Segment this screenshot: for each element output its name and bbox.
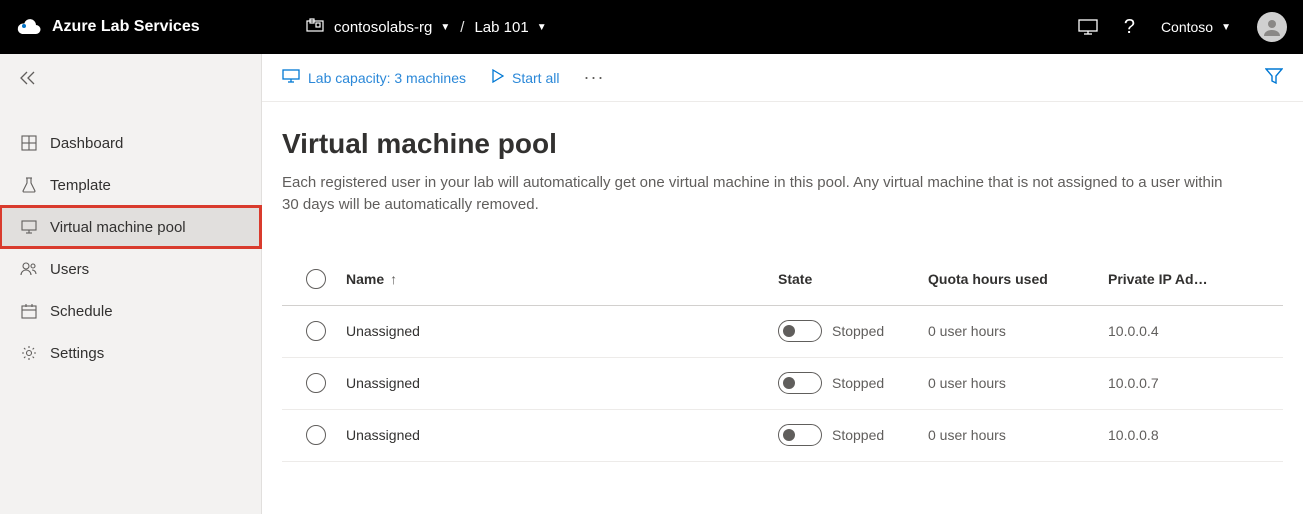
monitor-icon <box>20 220 38 234</box>
column-header-quota[interactable]: Quota hours used <box>928 271 1108 287</box>
gear-icon <box>20 345 38 361</box>
sidebar-item-schedule[interactable]: Schedule <box>0 290 261 332</box>
chevron-down-icon: ▼ <box>440 22 450 33</box>
table-row[interactable]: Unassigned Stopped 0 user hours 10.0.0.7 <box>282 358 1283 410</box>
chevron-down-icon: ▼ <box>537 22 547 33</box>
select-row-radio[interactable] <box>306 321 326 341</box>
avatar[interactable] <box>1257 12 1287 42</box>
cell-ip: 10.0.0.4 <box>1108 323 1279 339</box>
header: Azure Lab Services contosolabs-rg ▼ / La… <box>0 0 1303 54</box>
cell-name: Unassigned <box>346 427 778 443</box>
collapse-sidebar-button[interactable] <box>0 54 261 102</box>
cell-state: Stopped <box>832 323 884 339</box>
column-header-ip[interactable]: Private IP Ad… <box>1108 271 1279 287</box>
cell-quota: 0 user hours <box>928 427 1108 443</box>
cell-name: Unassigned <box>346 323 778 339</box>
sidebar-item-label: Users <box>50 261 89 278</box>
sidebar-item-label: Template <box>50 177 111 194</box>
main: Lab capacity: 3 machines Start all ··· V… <box>262 54 1303 514</box>
breadcrumb-separator: / <box>460 19 464 36</box>
state-toggle[interactable] <box>778 424 822 446</box>
toolbar: Lab capacity: 3 machines Start all ··· <box>262 54 1303 102</box>
tenant-label: Contoso <box>1161 19 1213 35</box>
column-header-state[interactable]: State <box>778 271 928 287</box>
flask-icon <box>20 177 38 193</box>
cell-quota: 0 user hours <box>928 323 1108 339</box>
play-icon <box>490 69 504 86</box>
chevron-down-icon: ▼ <box>1221 22 1231 33</box>
lab-capacity-button[interactable]: Lab capacity: 3 machines <box>282 69 466 86</box>
select-row-radio[interactable] <box>306 425 326 445</box>
cell-name: Unassigned <box>346 375 778 391</box>
sidebar-item-label: Virtual machine pool <box>50 219 186 236</box>
select-row-radio[interactable] <box>306 373 326 393</box>
breadcrumb-resource-group[interactable]: contosolabs-rg ▼ <box>334 19 450 36</box>
cell-state: Stopped <box>832 375 884 391</box>
state-toggle[interactable] <box>778 320 822 342</box>
sidebar-item-vm-pool[interactable]: Virtual machine pool <box>0 206 261 248</box>
start-all-label: Start all <box>512 70 559 86</box>
vm-table: Name ↑ State Quota hours used Private IP … <box>282 254 1283 462</box>
breadcrumb-rg-label: contosolabs-rg <box>334 19 432 36</box>
sidebar-item-users[interactable]: Users <box>0 248 261 290</box>
cell-quota: 0 user hours <box>928 375 1108 391</box>
page-title: Virtual machine pool <box>282 128 1283 160</box>
breadcrumb-lab[interactable]: Lab 101 ▼ <box>474 19 546 36</box>
select-all-radio[interactable] <box>306 269 326 289</box>
tenant-selector[interactable]: Contoso ▼ <box>1161 19 1231 35</box>
content: Virtual machine pool Each registered use… <box>262 102 1303 462</box>
cell-ip: 10.0.0.8 <box>1108 427 1279 443</box>
brand-label: Azure Lab Services <box>52 18 200 36</box>
azure-cloud-icon <box>16 18 42 36</box>
sidebar-item-label: Dashboard <box>50 135 123 152</box>
capacity-label: Lab capacity: 3 machines <box>308 70 466 86</box>
column-ip-label: Private IP Ad… <box>1108 271 1208 287</box>
state-toggle[interactable] <box>778 372 822 394</box>
resource-group-icon <box>306 18 324 36</box>
breadcrumb: contosolabs-rg ▼ / Lab 101 ▼ <box>306 18 547 36</box>
column-quota-label: Quota hours used <box>928 271 1048 287</box>
cell-state: Stopped <box>832 427 884 443</box>
start-all-button[interactable]: Start all <box>490 69 559 86</box>
table-row[interactable]: Unassigned Stopped 0 user hours 10.0.0.4 <box>282 306 1283 358</box>
monitor-icon <box>282 69 300 86</box>
sidebar-item-template[interactable]: Template <box>0 164 261 206</box>
more-actions-button[interactable]: ··· <box>583 67 604 88</box>
table-row[interactable]: Unassigned Stopped 0 user hours 10.0.0.8 <box>282 410 1283 462</box>
page-description: Each registered user in your lab will au… <box>282 172 1242 216</box>
users-icon <box>20 262 38 276</box>
sidebar: Dashboard Template Virtual machine pool … <box>0 54 262 514</box>
sidebar-item-label: Schedule <box>50 303 113 320</box>
dashboard-icon <box>20 135 38 151</box>
sidebar-item-settings[interactable]: Settings <box>0 332 261 374</box>
cell-ip: 10.0.0.7 <box>1108 375 1279 391</box>
header-actions: ? Contoso ▼ <box>1078 12 1287 42</box>
column-name-label: Name <box>346 271 384 287</box>
sort-ascending-icon: ↑ <box>390 271 397 287</box>
column-header-name[interactable]: Name ↑ <box>346 271 778 287</box>
help-icon[interactable]: ? <box>1124 16 1135 39</box>
nav: Dashboard Template Virtual machine pool … <box>0 102 261 374</box>
monitor-icon[interactable] <box>1078 19 1098 35</box>
table-header-row: Name ↑ State Quota hours used Private IP … <box>282 254 1283 306</box>
calendar-icon <box>20 303 38 319</box>
brand: Azure Lab Services <box>16 18 306 36</box>
sidebar-item-dashboard[interactable]: Dashboard <box>0 122 261 164</box>
filter-button[interactable] <box>1265 68 1283 87</box>
sidebar-item-label: Settings <box>50 345 104 362</box>
breadcrumb-lab-label: Lab 101 <box>474 19 528 36</box>
column-state-label: State <box>778 271 812 287</box>
